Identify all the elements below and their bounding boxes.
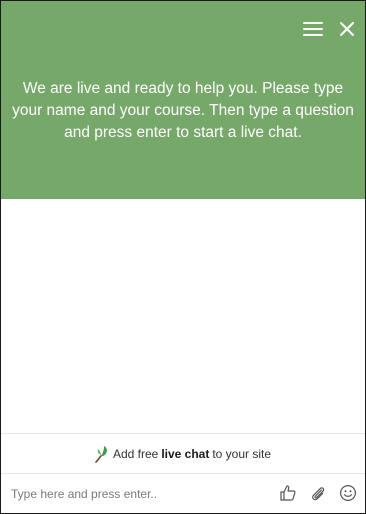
promo-prefix: Add free: [112, 447, 159, 461]
promo-live-chat-link[interactable]: live chat: [161, 447, 209, 461]
paperclip-icon[interactable]: [309, 484, 327, 502]
leaf-logo-icon: [95, 446, 107, 463]
thumbs-up-icon[interactable]: [279, 484, 297, 502]
input-tools: [279, 484, 357, 502]
input-bar: [1, 473, 365, 513]
smiley-icon[interactable]: [339, 484, 357, 502]
promo-suffix: to your site: [212, 447, 272, 461]
greeting-message: We are live and ready to help you. Pleas…: [12, 80, 354, 141]
close-icon[interactable]: [339, 21, 355, 37]
chat-widget: We are live and ready to help you. Pleas…: [0, 0, 366, 514]
header-controls: [303, 21, 355, 37]
chat-header: We are live and ready to help you. Pleas…: [1, 1, 365, 199]
hamburger-menu-icon[interactable]: [303, 22, 323, 36]
message-area: [1, 199, 365, 433]
promo-link[interactable]: Add free live chat to your site: [1, 433, 365, 474]
message-input[interactable]: [11, 484, 251, 504]
